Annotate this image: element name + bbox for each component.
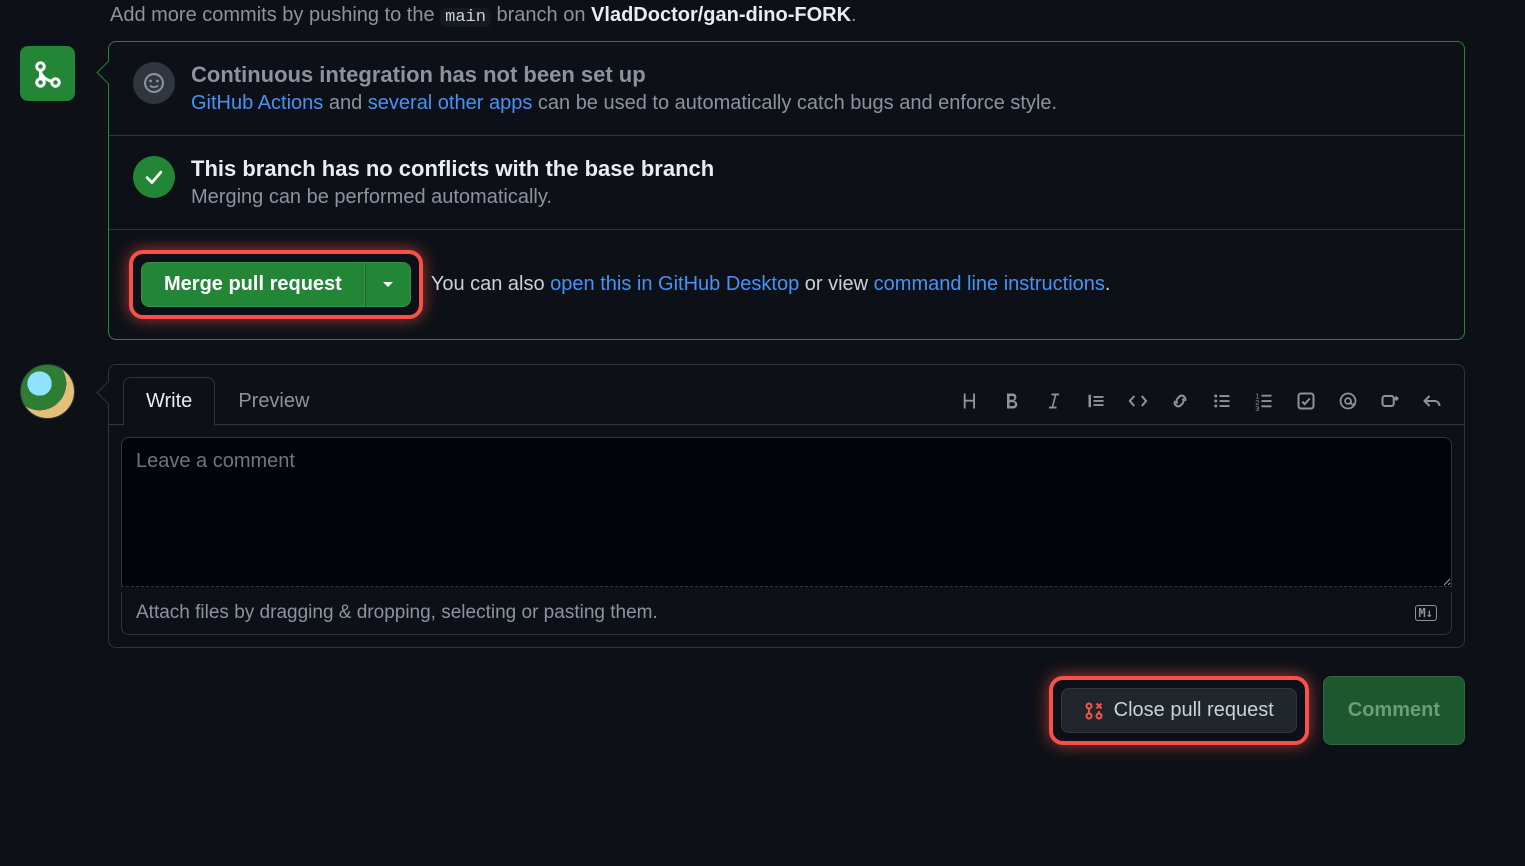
mention-button[interactable]	[1336, 389, 1360, 413]
bold-icon	[1002, 391, 1022, 411]
hint-prefix: Add more commits by pushing to the	[110, 4, 440, 26]
quote-icon	[1086, 391, 1106, 411]
conflict-status-icon	[133, 156, 175, 198]
formatting-toolbar: 123	[958, 389, 1450, 413]
open-desktop-link[interactable]: open this in GitHub Desktop	[550, 273, 799, 295]
bold-button[interactable]	[1000, 389, 1024, 413]
tab-preview[interactable]: Preview	[215, 377, 332, 426]
ordered-list-button[interactable]: 123	[1252, 389, 1276, 413]
list-ordered-icon: 123	[1254, 391, 1274, 411]
tasklist-icon	[1296, 391, 1316, 411]
check-icon	[143, 166, 165, 188]
caret-down-icon	[382, 281, 394, 289]
italic-icon	[1044, 391, 1064, 411]
merge-timeline-badge	[20, 46, 75, 101]
merge-status-box: Continuous integration has not been set …	[108, 41, 1465, 340]
unordered-list-button[interactable]	[1210, 389, 1234, 413]
link-icon	[1170, 391, 1190, 411]
merge-pull-request-button[interactable]: Merge pull request	[141, 262, 365, 307]
tasklist-button[interactable]	[1294, 389, 1318, 413]
ci-subtitle: GitHub Actions and several other apps ca…	[191, 92, 1057, 115]
hint-mid: branch on	[491, 4, 591, 26]
mention-icon	[1338, 391, 1358, 411]
link-button[interactable]	[1168, 389, 1192, 413]
tab-write[interactable]: Write	[123, 377, 215, 426]
italic-button[interactable]	[1042, 389, 1066, 413]
list-unordered-icon	[1212, 391, 1232, 411]
markdown-supported-badge[interactable]: M↓	[1415, 605, 1437, 621]
comment-box: Write Preview 123 A	[108, 364, 1465, 648]
cli-instructions-link[interactable]: command line instructions	[874, 273, 1105, 295]
user-avatar[interactable]	[20, 364, 75, 419]
close-button-highlight: Close pull request	[1049, 676, 1309, 745]
hint-suffix: .	[851, 4, 857, 26]
git-pull-request-closed-icon	[1084, 701, 1104, 721]
close-button-label: Close pull request	[1114, 699, 1274, 722]
workflow-icon	[143, 72, 165, 94]
push-hint: Add more commits by pushing to the main …	[110, 4, 1465, 27]
merge-button-highlight: Merge pull request	[129, 250, 423, 319]
merge-hint: You can also open this in GitHub Desktop…	[431, 273, 1111, 296]
svg-text:3: 3	[1255, 404, 1259, 411]
heading-icon	[960, 391, 980, 411]
cross-reference-button[interactable]	[1378, 389, 1402, 413]
github-actions-link[interactable]: GitHub Actions	[191, 92, 323, 114]
code-icon	[1128, 391, 1148, 411]
cross-reference-icon	[1380, 391, 1400, 411]
attach-files-hint[interactable]: Attach files by dragging & dropping, sel…	[121, 592, 1452, 635]
ci-title: Continuous integration has not been set …	[191, 62, 1057, 88]
branch-name: main	[440, 8, 491, 27]
conflict-title: This branch has no conflicts with the ba…	[191, 156, 714, 182]
reply-button[interactable]	[1420, 389, 1444, 413]
heading-button[interactable]	[958, 389, 982, 413]
reply-icon	[1422, 391, 1442, 411]
comment-textarea[interactable]	[121, 437, 1452, 587]
ci-status-icon	[133, 62, 175, 104]
merge-dropdown-button[interactable]	[365, 262, 411, 307]
repo-name: VladDoctor/gan-dino-FORK	[591, 4, 851, 26]
attach-text: Attach files by dragging & dropping, sel…	[136, 602, 658, 624]
other-apps-link[interactable]: several other apps	[368, 92, 533, 114]
close-pull-request-button[interactable]: Close pull request	[1061, 688, 1297, 733]
comment-button[interactable]: Comment	[1323, 676, 1465, 745]
code-button[interactable]	[1126, 389, 1150, 413]
git-merge-icon	[33, 59, 63, 89]
conflict-subtitle: Merging can be performed automatically.	[191, 186, 714, 209]
quote-button[interactable]	[1084, 389, 1108, 413]
